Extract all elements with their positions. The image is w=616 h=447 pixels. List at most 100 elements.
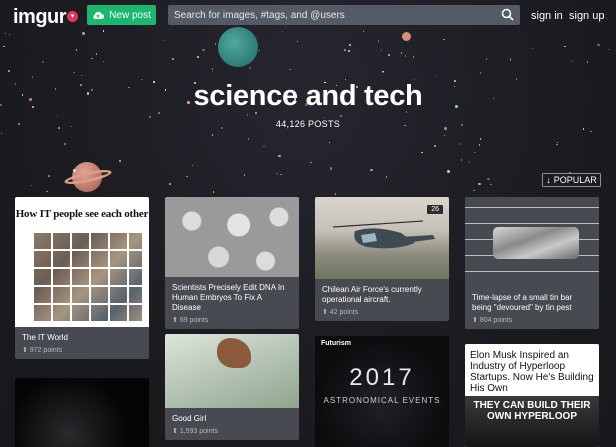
sign-up-link[interactable]: sign up	[569, 10, 604, 22]
star-decoration	[48, 175, 50, 177]
star-decoration	[214, 43, 217, 45]
post-card[interactable]: Good Girl ⬆ 1,593 points	[165, 334, 299, 440]
top-bar: imgur ▾ New post sign in sign up	[0, 0, 616, 34]
post-count: 44,126 POSTS	[275, 119, 341, 129]
star-decoration	[80, 74, 83, 77]
star-decoration	[485, 58, 488, 60]
post-title: Scientists Precisely Edit DNA In Human E…	[172, 283, 285, 312]
star-decoration	[82, 164, 84, 167]
post-thumbnail[interactable]	[165, 334, 299, 408]
post-points: ⬆ 69 points	[172, 317, 209, 324]
star-decoration	[597, 43, 600, 47]
star-decoration	[212, 191, 215, 193]
thumbnail-year: 2017	[349, 364, 415, 391]
star-decoration	[608, 48, 611, 51]
star-decoration	[191, 164, 194, 167]
star-decoration	[380, 49, 383, 52]
star-decoration	[474, 151, 476, 153]
star-decoration	[478, 144, 481, 146]
post-title: Chilean Air Force's currently operationa…	[322, 285, 422, 304]
star-decoration	[0, 132, 3, 135]
star-decoration	[55, 115, 58, 118]
star-decoration	[8, 33, 11, 36]
chevron-down-icon[interactable]: ▾	[67, 11, 78, 22]
star-decoration	[248, 66, 252, 70]
star-decoration	[479, 72, 482, 74]
new-post-button[interactable]: New post	[87, 5, 156, 25]
star-decoration	[556, 143, 558, 146]
star-decoration	[30, 184, 33, 187]
post-points: ⬆ 1,593 points	[172, 428, 218, 435]
post-thumbnail[interactable]: Elon Musk Inspired an Industry of Hyperl…	[465, 344, 599, 447]
thumbnail-subtitle: ASTRONOMICAL EVENTS	[323, 396, 441, 405]
post-thumbnail[interactable]	[165, 197, 299, 277]
star-decoration	[46, 190, 48, 192]
post-card[interactable]: Elon Musk Inspired an Industry of Hyperl…	[465, 344, 599, 447]
post-card[interactable]: Time-lapse of a small tin bar being "dev…	[465, 197, 599, 329]
arrow-down-icon: ↓	[546, 175, 551, 185]
star-decoration	[329, 167, 333, 170]
star-decoration	[64, 143, 66, 145]
star-decoration	[247, 138, 250, 140]
star-decoration	[400, 52, 403, 54]
tin-bar-image	[493, 227, 579, 259]
ringed-planet-decoration	[63, 156, 113, 202]
post-card[interactable]	[15, 378, 149, 447]
star-decoration	[95, 53, 98, 55]
post-title: Good Girl	[172, 414, 207, 423]
star-decoration	[289, 68, 291, 71]
star-decoration	[263, 145, 265, 148]
sort-dropdown[interactable]: ↓ POPULAR	[542, 173, 601, 187]
star-decoration	[280, 173, 282, 176]
star-decoration	[382, 71, 384, 74]
new-post-label: New post	[109, 9, 151, 21]
star-decoration	[434, 75, 437, 78]
star-decoration	[172, 58, 174, 60]
star-decoration	[276, 172, 278, 175]
post-card[interactable]: Scientists Precisely Edit DNA In Human E…	[165, 197, 299, 329]
star-decoration	[487, 177, 490, 181]
star-decoration	[278, 154, 281, 158]
post-card[interactable]: How IT people see each other The IT Worl…	[15, 197, 149, 359]
star-decoration	[211, 68, 214, 70]
post-card[interactable]: 26 Chilean Air Force's currently operati…	[315, 197, 449, 321]
star-decoration	[258, 49, 261, 52]
post-thumbnail[interactable]: How IT people see each other	[15, 197, 149, 327]
thumbnail-brand: Futurism	[321, 340, 351, 347]
post-thumbnail[interactable]: 26	[315, 197, 449, 279]
star-decoration	[478, 182, 481, 186]
star-decoration	[570, 60, 573, 62]
star-decoration	[340, 115, 342, 117]
post-title: The IT World	[22, 333, 68, 342]
star-decoration	[334, 193, 337, 195]
star-decoration	[149, 116, 151, 118]
star-decoration	[348, 50, 350, 52]
star-decoration	[349, 44, 351, 46]
star-decoration	[590, 130, 592, 133]
imgur-logo[interactable]: imgur	[13, 6, 67, 29]
image-count-badge: 26	[427, 205, 443, 214]
thumbnail-headline: How IT people see each other	[15, 208, 149, 220]
star-decoration	[31, 76, 34, 78]
star-decoration	[328, 141, 331, 144]
cloud-upload-icon	[93, 11, 105, 19]
star-decoration	[443, 134, 446, 137]
star-decoration	[479, 138, 482, 140]
star-decoration	[197, 56, 199, 58]
star-decoration	[91, 57, 93, 60]
post-thumbnail[interactable]: Futurism 2017 ASTRONOMICAL EVENTS	[315, 336, 449, 447]
star-decoration	[73, 169, 76, 172]
star-decoration	[3, 45, 5, 48]
search-bar[interactable]	[168, 5, 520, 25]
post-thumbnail[interactable]	[15, 378, 149, 447]
post-thumbnail[interactable]	[465, 197, 599, 287]
star-decoration	[421, 151, 423, 154]
star-decoration	[447, 170, 450, 173]
sign-in-link[interactable]: sign in	[531, 10, 563, 22]
thumbnail-photo-grid	[34, 233, 142, 321]
search-icon[interactable]	[501, 8, 514, 21]
post-card[interactable]: Futurism 2017 ASTRONOMICAL EVENTS	[315, 336, 449, 447]
search-input[interactable]	[174, 9, 499, 21]
star-decoration	[243, 174, 245, 176]
star-decoration	[509, 59, 512, 61]
